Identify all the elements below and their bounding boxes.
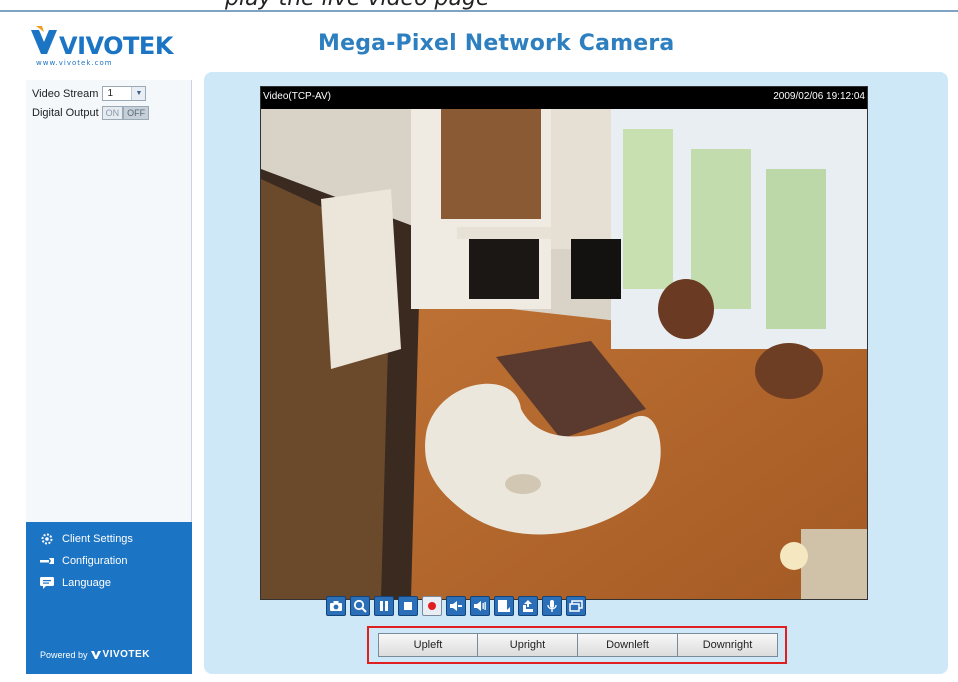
- video-stream-select[interactable]: 1 ▼: [102, 86, 147, 101]
- digital-output-row: Digital Output ON OFF: [32, 106, 150, 120]
- top-divider: [0, 10, 958, 12]
- talk-icon[interactable]: [518, 596, 538, 616]
- sidebar-item-configuration[interactable]: Configuration: [40, 555, 127, 567]
- sidebar-item-language[interactable]: Language: [40, 577, 111, 589]
- digital-output-on-button[interactable]: ON: [101, 106, 124, 120]
- stop-icon[interactable]: [398, 596, 418, 616]
- ptz-button-group: Upleft Upright Downleft Downright: [378, 633, 778, 657]
- wrench-icon: [40, 555, 54, 567]
- microphone-icon[interactable]: [542, 596, 562, 616]
- sidebar-item-label: Language: [62, 577, 111, 589]
- digital-zoom-icon[interactable]: [350, 596, 370, 616]
- video-timestamp: 2009/02/06 19:12:04: [773, 91, 865, 102]
- digital-output-off-button[interactable]: OFF: [123, 106, 150, 120]
- sidebar: Video Stream 1 ▼ Digital Output ON OFF C…: [26, 80, 192, 674]
- vivotek-logo[interactable]: VIVOTEK www.vivotek.com: [28, 24, 178, 68]
- video-stream-row: Video Stream 1 ▼: [32, 86, 147, 101]
- powered-by-brand: VIVOTEK: [102, 649, 150, 660]
- sidebar-bottom-panel: Client Settings Configuration Language P…: [26, 522, 192, 674]
- vivotek-mark-icon: [90, 650, 101, 659]
- sidebar-item-client-settings[interactable]: Client Settings: [40, 533, 133, 545]
- fullscreen-icon[interactable]: [494, 596, 514, 616]
- upright-button[interactable]: Upright: [478, 633, 578, 657]
- logo-text: VIVOTEK: [59, 32, 175, 60]
- video-stream-value: 1: [107, 88, 114, 99]
- pause-icon[interactable]: [374, 596, 394, 616]
- chevron-down-icon: ▼: [131, 87, 146, 100]
- video-protocol: Video(TCP-AV): [263, 91, 331, 102]
- view-size-icon[interactable]: [566, 596, 586, 616]
- video-caption-bar: Video(TCP-AV) 2009/02/06 19:12:04: [261, 87, 867, 109]
- sidebar-item-label: Client Settings: [62, 533, 133, 545]
- video-viewer[interactable]: Video(TCP-AV) 2009/02/06 19:12:04: [260, 86, 868, 600]
- digital-output-label: Digital Output: [32, 107, 99, 119]
- video-stream-label: Video Stream: [32, 87, 99, 100]
- page-title: Mega-Pixel Network Camera: [318, 31, 675, 56]
- video-toolbar: [326, 596, 586, 616]
- upleft-button[interactable]: Upleft: [378, 633, 478, 657]
- record-icon[interactable]: [422, 596, 442, 616]
- snapshot-icon[interactable]: [326, 596, 346, 616]
- main-panel: Video(TCP-AV) 2009/02/06 19:12:04 Upleft…: [204, 72, 948, 674]
- downright-button[interactable]: Downright: [678, 633, 778, 657]
- volume-mute-icon[interactable]: [446, 596, 466, 616]
- volume-icon[interactable]: [470, 596, 490, 616]
- speech-bubble-icon: [40, 577, 54, 589]
- downleft-button[interactable]: Downleft: [578, 633, 678, 657]
- powered-by: Powered by VIVOTEK: [40, 649, 150, 660]
- powered-by-label: Powered by: [40, 649, 88, 660]
- logo-url: www.vivotek.com: [36, 59, 113, 67]
- gear-icon: [40, 533, 54, 545]
- live-video-image: [261, 109, 867, 599]
- sidebar-item-label: Configuration: [62, 555, 128, 567]
